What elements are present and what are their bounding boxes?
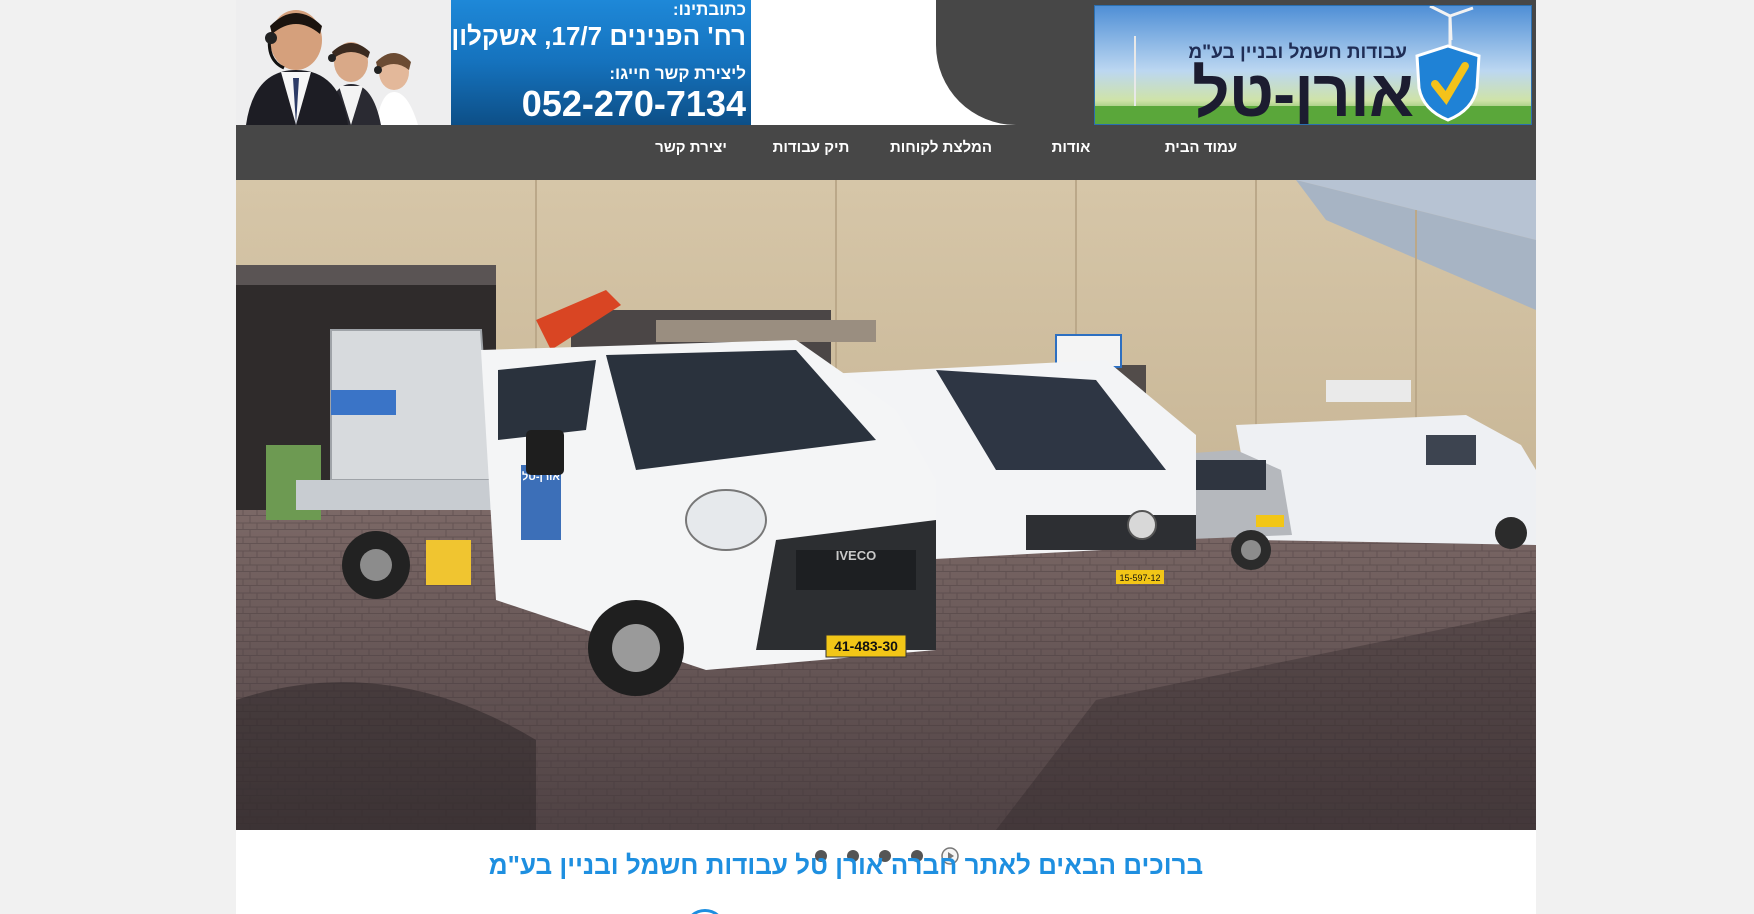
phone-number[interactable]: 052-270-7134 xyxy=(451,84,751,124)
nav-testimonials[interactable]: המלצת לקוחות xyxy=(876,125,1006,170)
support-team-photo xyxy=(236,0,451,125)
welcome-text: ברוכים הבאים לאתר חברה אורן טל עבודות חש… xyxy=(488,850,1204,880)
hero-image: 15-597-12 אורן-טל IVECO 41-483-30 xyxy=(236,180,1536,830)
phone-label: ליצירת קשר חייגו: xyxy=(609,64,746,83)
site-container: כתובתינו: רח' הפנינים 17/7, אשקלון ליציר… xyxy=(236,0,1536,914)
nav-contact[interactable]: יצירת קשר xyxy=(636,125,746,170)
address-text: רח' הפנינים 17/7, אשקלון xyxy=(451,21,746,51)
nav-portfolio[interactable]: תיק עבודות xyxy=(756,125,866,170)
truck-plate: 41-483-30 xyxy=(834,638,898,654)
hero-slider[interactable]: 15-597-12 אורן-טל IVECO 41-483-30 xyxy=(236,180,1536,830)
nav-about[interactable]: אודות xyxy=(1016,125,1126,170)
decorative-circle xyxy=(684,909,726,914)
company-logo[interactable]: עבודות חשמל ובניין בע"מ אורן-טל xyxy=(1094,5,1532,125)
address-label: כתובתינו: xyxy=(672,0,746,19)
welcome-heading: ברוכים הבאים לאתר חברה אורן טל עבודות חש… xyxy=(236,850,1536,881)
van-plate: 15-597-12 xyxy=(1119,573,1160,583)
header: כתובתינו: רח' הפנינים 17/7, אשקלון ליציר… xyxy=(236,0,1536,125)
truck-brand: IVECO xyxy=(836,548,876,563)
shield-logo-icon xyxy=(1415,44,1481,122)
nav-home[interactable]: עמוד הבית xyxy=(1136,125,1266,170)
logo-name: אורן-טל xyxy=(1191,56,1414,125)
main-nav: עמוד הבית אודות המלצת לקוחות תיק עבודות … xyxy=(236,125,1536,180)
contact-box: כתובתינו: רח' הפנינים 17/7, אשקלון ליציר… xyxy=(451,0,751,125)
